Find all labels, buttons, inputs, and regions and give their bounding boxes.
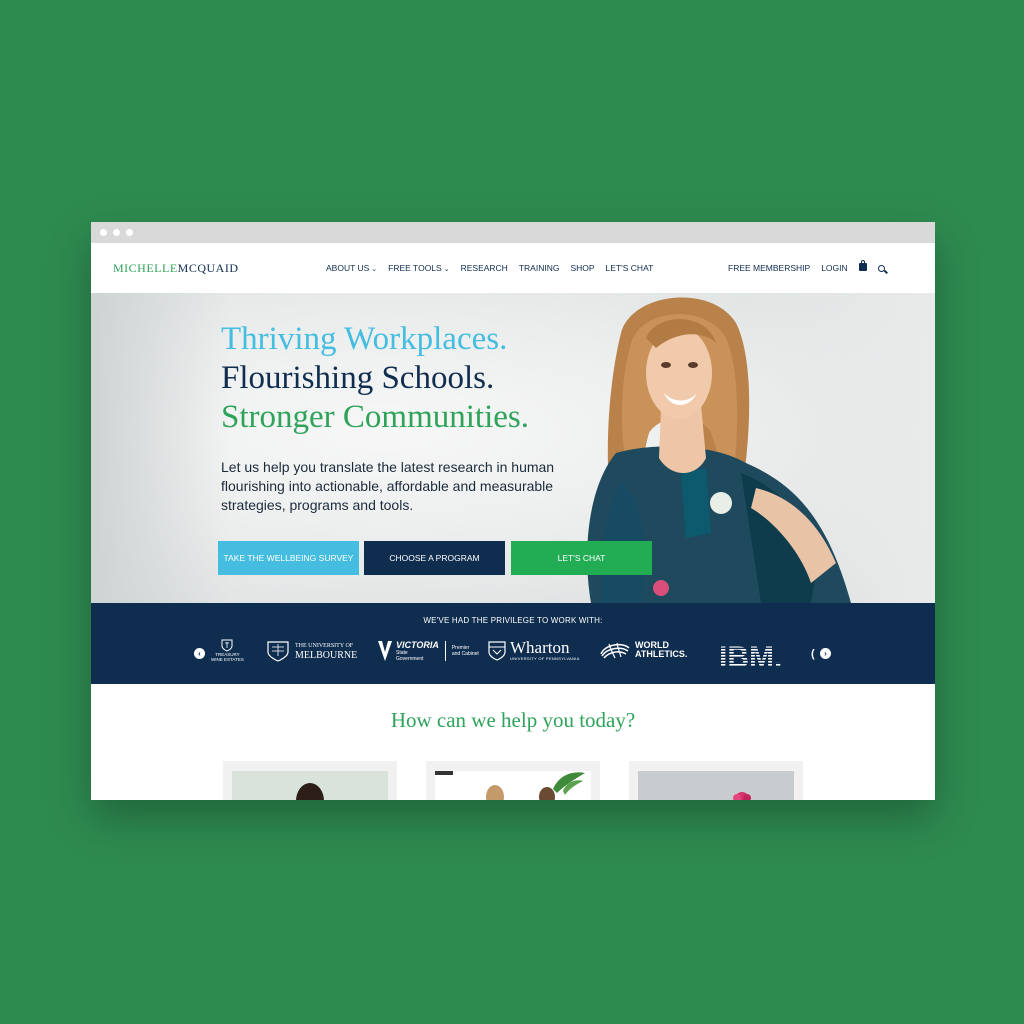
- crest-icon: [221, 639, 233, 652]
- logo-treasury-wine-estates: TREASURY WINE ESTATES: [211, 638, 244, 662]
- globe-arc-icon: [600, 642, 630, 659]
- chevron-down-icon: ⌄: [443, 266, 450, 273]
- nav-item-shop[interactable]: SHOP: [570, 263, 594, 273]
- world-athletics-line-2: ATHLETICS.: [635, 649, 688, 659]
- wellbeing-survey-button[interactable]: TAKE THE WELLBEING SURVEY: [218, 541, 359, 575]
- logo-ibm: IBM.: [719, 643, 795, 669]
- help-card[interactable]: [426, 761, 600, 800]
- card-image: [638, 771, 794, 800]
- nav-item-label: FREE TOOLS: [388, 263, 442, 273]
- main-nav: ABOUT US ⌄ FREE TOOLS ⌄ RESEARCH TRAINING …: [326, 263, 653, 273]
- hero-section: Thriving Workplaces. Flourishing Schools…: [91, 293, 935, 603]
- melbourne-big: MELBOURNE: [295, 650, 358, 661]
- client-logos-heading: WE'VE HAD THE PRIVILEGE TO WORK WITH:: [423, 616, 603, 625]
- victoria-name: VICTORIA: [396, 640, 439, 650]
- shield-icon: [488, 640, 506, 661]
- site-logo[interactable]: MICHELLEMCQUAID: [113, 261, 239, 276]
- logo-partial: (: [811, 648, 815, 660]
- browser-titlebar: [91, 222, 935, 243]
- victoria-government: Government: [396, 656, 424, 662]
- hero-background-blur: [91, 293, 231, 603]
- search-icon[interactable]: [877, 264, 885, 272]
- victoria-v-icon: [378, 641, 392, 661]
- hero-headline: Thriving Workplaces. Flourishing Schools…: [221, 320, 529, 437]
- victoria-dept-2: and Cabinet: [451, 651, 479, 657]
- card-image: [435, 771, 591, 800]
- site-header: MICHELLEMCQUAID ABOUT US ⌄ FREE TOOLS ⌄ RE…: [91, 243, 935, 293]
- logo-victoria-government: VICTORIA State Government Premier and Ca…: [377, 640, 479, 662]
- wharton-name: Wharton: [510, 638, 570, 657]
- victoria-divider: [444, 641, 446, 661]
- card-image: [232, 771, 388, 800]
- logo-university-of-melbourne: THE UNIVERSITY OF MELBOURNE: [266, 640, 357, 662]
- ibm-logo: IBM.: [719, 643, 782, 669]
- header-actions: FREE MEMBERSHIP LOGIN: [728, 260, 885, 273]
- hero-headline-line-1: Thriving Workplaces.: [221, 321, 508, 357]
- help-section-title: How can we help you today?: [390, 708, 636, 732]
- nav-item-label: ABOUT US: [326, 263, 370, 273]
- browser-window: MICHELLEMCQUAID ABOUT US ⌄ FREE TOOLS ⌄ RE…: [91, 222, 935, 800]
- logo-last-name: MCQUAID: [177, 261, 239, 275]
- nav-item-about-us[interactable]: ABOUT US ⌄: [326, 263, 377, 273]
- nav-item-training[interactable]: TRAINING: [519, 263, 560, 273]
- window-dot-icon: [113, 229, 120, 236]
- login-link[interactable]: LOGIN: [821, 263, 847, 273]
- ibm-text: IBM.: [719, 643, 782, 669]
- chevron-down-icon: ⌄: [371, 266, 378, 273]
- logo-world-athletics: WORLD ATHLETICS.: [599, 640, 687, 660]
- hero-subtitle: Let us help you translate the latest res…: [221, 459, 555, 513]
- window-dot-icon: [100, 229, 107, 236]
- shopping-bag-icon[interactable]: [858, 260, 867, 271]
- help-card[interactable]: [629, 761, 803, 800]
- nav-item-research[interactable]: RESEARCH: [461, 263, 508, 273]
- nav-item-lets-chat[interactable]: LET'S CHAT: [606, 263, 654, 273]
- nav-item-free-tools[interactable]: FREE TOOLS ⌄: [388, 263, 449, 273]
- free-membership-link[interactable]: FREE MEMBERSHIP: [728, 263, 810, 273]
- client-logos-carousel: WE'VE HAD THE PRIVILEGE TO WORK WITH: ‹ …: [91, 603, 935, 684]
- lets-chat-button[interactable]: LET'S CHAT: [511, 541, 652, 575]
- help-card[interactable]: [223, 761, 397, 800]
- crest-icon: [267, 641, 289, 662]
- carousel-prev-button[interactable]: ‹: [194, 648, 205, 659]
- hero-headline-line-3: Stronger Communities.: [221, 399, 529, 435]
- window-dot-icon: [126, 229, 133, 236]
- wharton-sub: UNIVERSITY OF PENNSYLVANIA: [510, 656, 580, 661]
- hero-headline-line-2: Flourishing Schools.: [221, 360, 495, 396]
- treasury-line-2: WINE ESTATES: [211, 657, 244, 662]
- choose-program-button[interactable]: CHOOSE A PROGRAM: [364, 541, 505, 575]
- logo-first-name: MICHELLE: [113, 261, 178, 275]
- carousel-next-button[interactable]: ›: [820, 648, 831, 659]
- logo-wharton: Wharton UNIVERSITY OF PENNSYLVANIA: [488, 638, 580, 661]
